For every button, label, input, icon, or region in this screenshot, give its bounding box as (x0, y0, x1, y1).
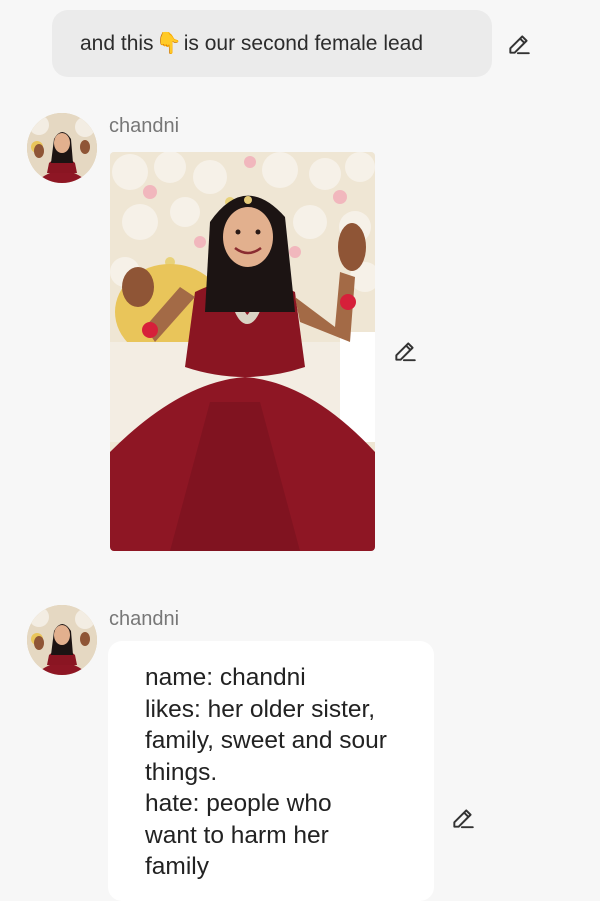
message-line: hate: people who (145, 790, 332, 817)
character-image[interactable] (110, 152, 375, 551)
user-message-text-after: is our second female lead (183, 31, 424, 55)
edit-message-icon[interactable] (450, 805, 476, 831)
message-line: want to harm her (145, 821, 329, 849)
sender-name: chandni (109, 115, 180, 137)
edit-message-icon[interactable] (506, 31, 532, 57)
character-portrait-image (110, 152, 375, 551)
message-line: name: chandni (145, 664, 306, 691)
edit-message-icon[interactable] (392, 338, 418, 364)
message-line: family (145, 853, 209, 880)
pointing-down-emoji-icon: 👇 (155, 31, 182, 55)
message-line: family, sweet and sour (145, 727, 387, 754)
message-line: things. (145, 758, 218, 786)
avatar[interactable] (27, 605, 97, 675)
bot-message-bubble: name: chandni likes: her older sister, f… (108, 641, 434, 901)
user-message-bubble: and this 👇 is our second female lead (52, 10, 492, 77)
avatar[interactable] (27, 113, 97, 183)
user-message-text-before: and this (80, 31, 154, 55)
message-line: likes: her older sister, (145, 695, 376, 723)
sender-name: chandni (109, 608, 180, 630)
